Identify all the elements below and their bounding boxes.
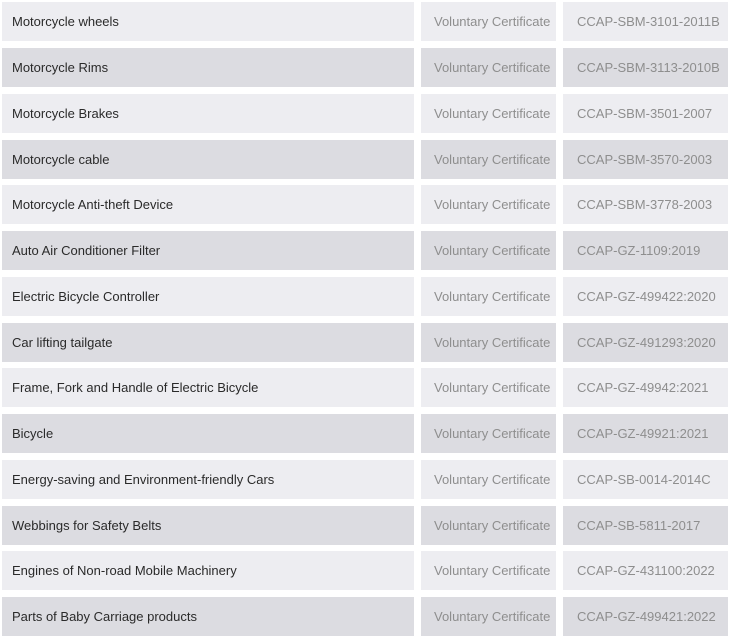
product-cell: Motorcycle Brakes — [2, 94, 414, 133]
table-row: Motorcycle cable Voluntary Certificate C… — [0, 140, 732, 179]
standard-code-cell: CCAP-SB-0014-2014C — [563, 460, 728, 499]
product-cell: Motorcycle Anti-theft Device — [2, 185, 414, 224]
table-row: Auto Air Conditioner Filter Voluntary Ce… — [0, 231, 732, 270]
certificate-type-cell: Voluntary Certificate — [421, 506, 556, 545]
certificate-type-cell: Voluntary Certificate — [421, 231, 556, 270]
standard-code-cell: CCAP-SBM-3113-2010B — [563, 48, 728, 87]
certificate-type-cell: Voluntary Certificate — [421, 2, 556, 41]
product-cell: Engines of Non-road Mobile Machinery — [2, 551, 414, 590]
certificate-type-cell: Voluntary Certificate — [421, 323, 556, 362]
table-row: Frame, Fork and Handle of Electric Bicyc… — [0, 368, 732, 407]
table-row: Motorcycle Anti-theft Device Voluntary C… — [0, 185, 732, 224]
standard-code-cell: CCAP-GZ-49942:2021 — [563, 368, 728, 407]
product-cell: Webbings for Safety Belts — [2, 506, 414, 545]
certificate-type-cell: Voluntary Certificate — [421, 48, 556, 87]
product-cell: Parts of Baby Carriage products — [2, 597, 414, 636]
table-row: Electric Bicycle Controller Voluntary Ce… — [0, 277, 732, 316]
certificate-type-cell: Voluntary Certificate — [421, 414, 556, 453]
standard-code-cell: CCAP-GZ-1109:2019 — [563, 231, 728, 270]
certificate-type-cell: Voluntary Certificate — [421, 140, 556, 179]
product-cell: Bicycle — [2, 414, 414, 453]
certificate-type-cell: Voluntary Certificate — [421, 551, 556, 590]
certificate-type-cell: Voluntary Certificate — [421, 460, 556, 499]
certificate-type-cell: Voluntary Certificate — [421, 185, 556, 224]
standard-code-cell: CCAP-GZ-499422:2020 — [563, 277, 728, 316]
table-row: Motorcycle Rims Voluntary Certificate CC… — [0, 48, 732, 87]
product-cell: Motorcycle Rims — [2, 48, 414, 87]
certificate-type-cell: Voluntary Certificate — [421, 368, 556, 407]
table-row: Webbings for Safety Belts Voluntary Cert… — [0, 506, 732, 545]
table-row: Motorcycle Brakes Voluntary Certificate … — [0, 94, 732, 133]
table-row: Engines of Non-road Mobile Machinery Vol… — [0, 551, 732, 590]
certificate-type-cell: Voluntary Certificate — [421, 277, 556, 316]
standard-code-cell: CCAP-SBM-3778-2003 — [563, 185, 728, 224]
table-row: Parts of Baby Carriage products Voluntar… — [0, 597, 732, 636]
standard-code-cell: CCAP-GZ-49921:2021 — [563, 414, 728, 453]
product-cell: Frame, Fork and Handle of Electric Bicyc… — [2, 368, 414, 407]
product-cell: Motorcycle cable — [2, 140, 414, 179]
product-cell: Car lifting tailgate — [2, 323, 414, 362]
standard-code-cell: CCAP-SBM-3101-2011B — [563, 2, 728, 41]
product-cell: Energy-saving and Environment-friendly C… — [2, 460, 414, 499]
product-cell: Auto Air Conditioner Filter — [2, 231, 414, 270]
standard-code-cell: CCAP-SBM-3570-2003 — [563, 140, 728, 179]
table-row: Car lifting tailgate Voluntary Certifica… — [0, 323, 732, 362]
certification-table: Motorcycle wheels Voluntary Certificate … — [0, 0, 732, 636]
standard-code-cell: CCAP-SBM-3501-2007 — [563, 94, 728, 133]
standard-code-cell: CCAP-SB-5811-2017 — [563, 506, 728, 545]
standard-code-cell: CCAP-GZ-499421:2022 — [563, 597, 728, 636]
product-cell: Motorcycle wheels — [2, 2, 414, 41]
table-row: Bicycle Voluntary Certificate CCAP-GZ-49… — [0, 414, 732, 453]
table-row: Motorcycle wheels Voluntary Certificate … — [0, 2, 732, 41]
standard-code-cell: CCAP-GZ-431100:2022 — [563, 551, 728, 590]
certificate-type-cell: Voluntary Certificate — [421, 94, 556, 133]
table-row: Energy-saving and Environment-friendly C… — [0, 460, 732, 499]
standard-code-cell: CCAP-GZ-491293:2020 — [563, 323, 728, 362]
product-cell: Electric Bicycle Controller — [2, 277, 414, 316]
certificate-type-cell: Voluntary Certificate — [421, 597, 556, 636]
